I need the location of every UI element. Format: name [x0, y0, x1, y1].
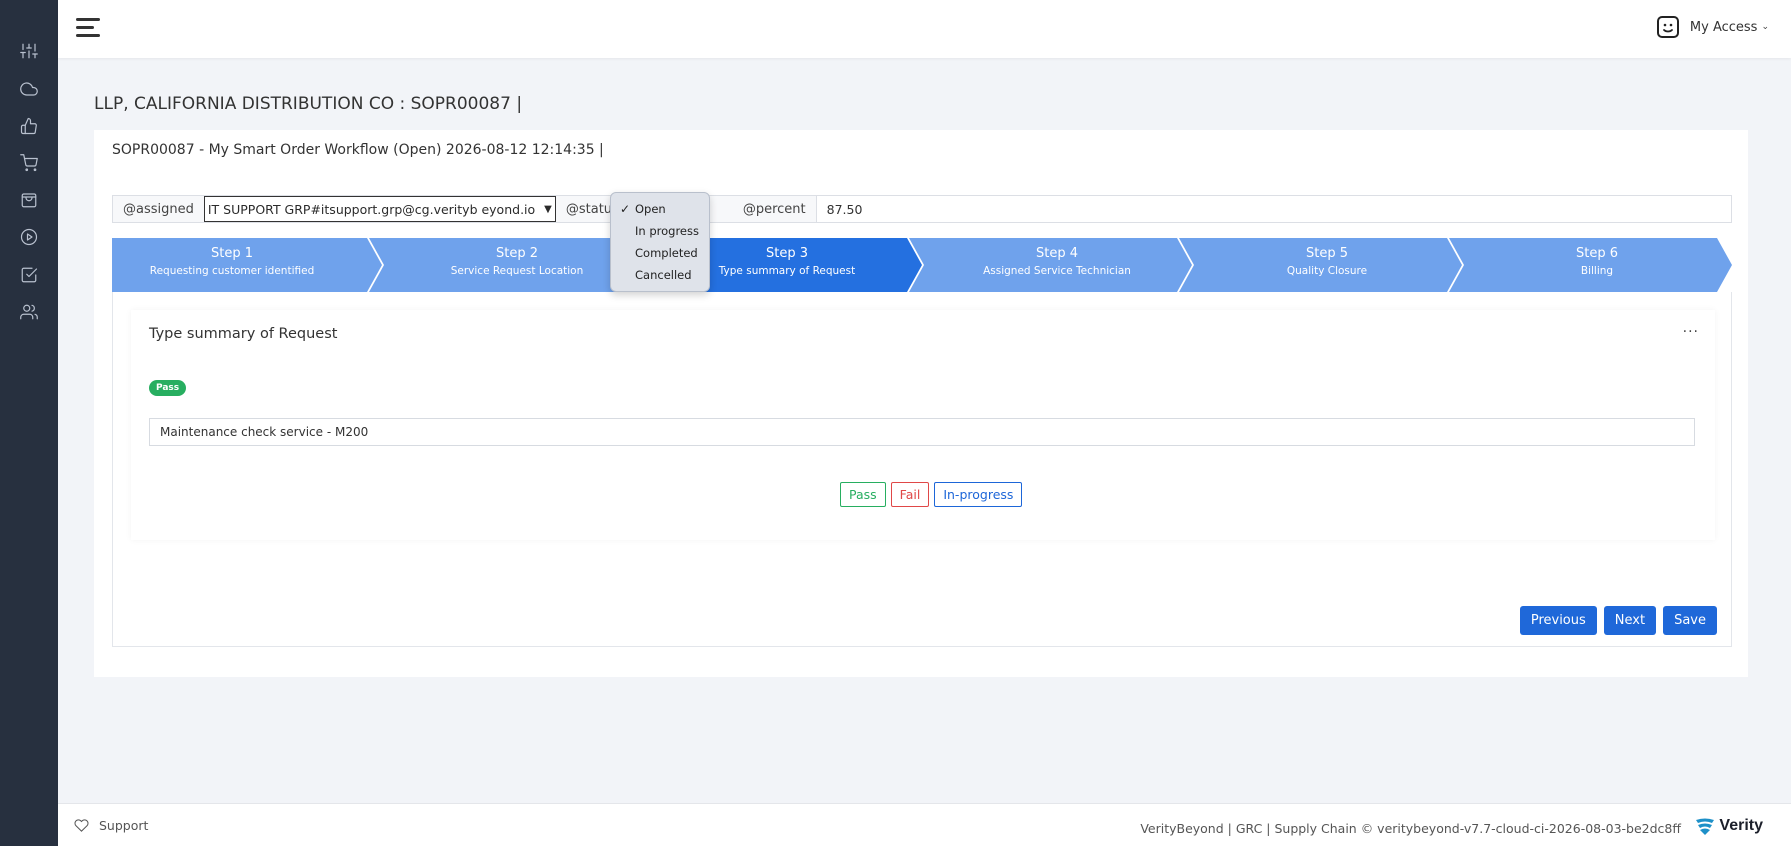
- option-label: Completed: [635, 246, 698, 260]
- workflow-fields-bar: @assigned IT SUPPORT GRP#itsupport.grp@c…: [112, 195, 1732, 223]
- more-options-icon[interactable]: ···: [1683, 324, 1699, 340]
- step-label: Quality Closure: [1286, 265, 1368, 277]
- save-button[interactable]: Save: [1663, 606, 1717, 635]
- step-label: Billing: [1580, 265, 1614, 277]
- brand-name: Verity: [1719, 817, 1763, 834]
- status-dropdown-menu: ✓ Open In progress Completed Cancelled: [610, 192, 710, 292]
- play-circle-icon[interactable]: [17, 225, 41, 249]
- top-bar: My Access ⌄: [58, 0, 1791, 58]
- in-progress-button[interactable]: In-progress: [934, 482, 1023, 507]
- option-label: Cancelled: [635, 268, 692, 282]
- assigned-value: IT SUPPORT GRP#itsupport.grp@cg.verityb …: [207, 201, 536, 217]
- result-buttons: Pass Fail In-progress: [840, 482, 1023, 507]
- status-option-completed[interactable]: Completed: [611, 242, 709, 264]
- option-label: In progress: [635, 224, 699, 238]
- workflow-stepper: Step 1 Requesting customer identified St…: [112, 238, 1732, 292]
- smiley-face-icon: [1656, 16, 1679, 38]
- step-navigation: Previous Next Save: [1519, 606, 1717, 635]
- chevron-down-icon: ▼: [544, 203, 552, 215]
- step-panel: Type summary of Request ··· Pass Mainten…: [131, 310, 1715, 540]
- my-access-label: My Access: [1689, 19, 1758, 35]
- workflow-card: SOPR00087 - My Smart Order Workflow (Ope…: [94, 130, 1748, 677]
- previous-button[interactable]: Previous: [1519, 606, 1597, 635]
- step-label: Requesting customer identified: [149, 265, 315, 277]
- verity-logo-mark-icon: [1696, 818, 1715, 835]
- step-content-area: Type summary of Request ··· Pass Mainten…: [112, 292, 1732, 647]
- step-6[interactable]: Step 6 Billing: [1462, 238, 1732, 292]
- status-badge: Pass: [149, 380, 187, 396]
- step-number: Step 4: [1035, 246, 1078, 261]
- workflow-subtitle: SOPR00087 - My Smart Order Workflow (Ope…: [112, 142, 604, 158]
- heart-icon: [74, 819, 89, 832]
- support-label: Support: [99, 818, 149, 833]
- step-number: Step 5: [1305, 246, 1348, 261]
- assigned-select[interactable]: IT SUPPORT GRP#itsupport.grp@cg.verityb …: [203, 196, 556, 222]
- assigned-label: @assigned: [123, 201, 194, 217]
- sliders-icon[interactable]: [17, 39, 41, 63]
- chevron-down-icon: ⌄: [1761, 22, 1769, 32]
- option-label: Open: [635, 202, 666, 216]
- step-number: Step 6: [1575, 246, 1618, 261]
- status-option-in-progress[interactable]: In progress: [611, 220, 709, 242]
- next-button[interactable]: Next: [1603, 606, 1657, 635]
- percent-label: @percent: [742, 201, 806, 217]
- panel-title: Type summary of Request: [149, 326, 338, 342]
- step-label: Assigned Service Technician: [983, 265, 1131, 277]
- side-rail: [0, 0, 58, 846]
- step-number: Step 1: [210, 246, 253, 261]
- users-icon[interactable]: [17, 300, 41, 324]
- thumbs-up-icon[interactable]: [17, 114, 41, 138]
- check-square-icon[interactable]: [17, 263, 41, 287]
- fail-button[interactable]: Fail: [890, 482, 930, 507]
- page-title: LLP, CALIFORNIA DISTRIBUTION CO : SOPR00…: [94, 94, 523, 114]
- pass-button[interactable]: Pass: [840, 482, 886, 507]
- summary-input[interactable]: Maintenance check service - M200: [149, 418, 1695, 446]
- menu-toggle-icon[interactable]: [76, 18, 100, 38]
- shopping-bag-icon[interactable]: [17, 188, 41, 212]
- verity-logo: Verity: [1694, 817, 1763, 835]
- step-5[interactable]: Step 5 Quality Closure: [1192, 238, 1462, 292]
- status-option-cancelled[interactable]: Cancelled: [611, 264, 709, 286]
- my-access-menu[interactable]: My Access ⌄: [1656, 15, 1769, 39]
- step-4[interactable]: Step 4 Assigned Service Technician: [922, 238, 1192, 292]
- footer: Support VerityBeyond | GRC | Supply Chai…: [58, 803, 1791, 846]
- percent-input[interactable]: 87.50: [815, 196, 1731, 222]
- cloud-icon[interactable]: [17, 77, 41, 101]
- cart-icon[interactable]: [17, 151, 41, 175]
- checkmark-icon: ✓: [620, 202, 631, 216]
- status-option-open[interactable]: ✓ Open: [611, 198, 709, 220]
- footer-version-text: VerityBeyond | GRC | Supply Chain © veri…: [1140, 821, 1681, 836]
- step-1[interactable]: Step 1 Requesting customer identified: [112, 238, 352, 292]
- support-link[interactable]: Support: [74, 818, 148, 833]
